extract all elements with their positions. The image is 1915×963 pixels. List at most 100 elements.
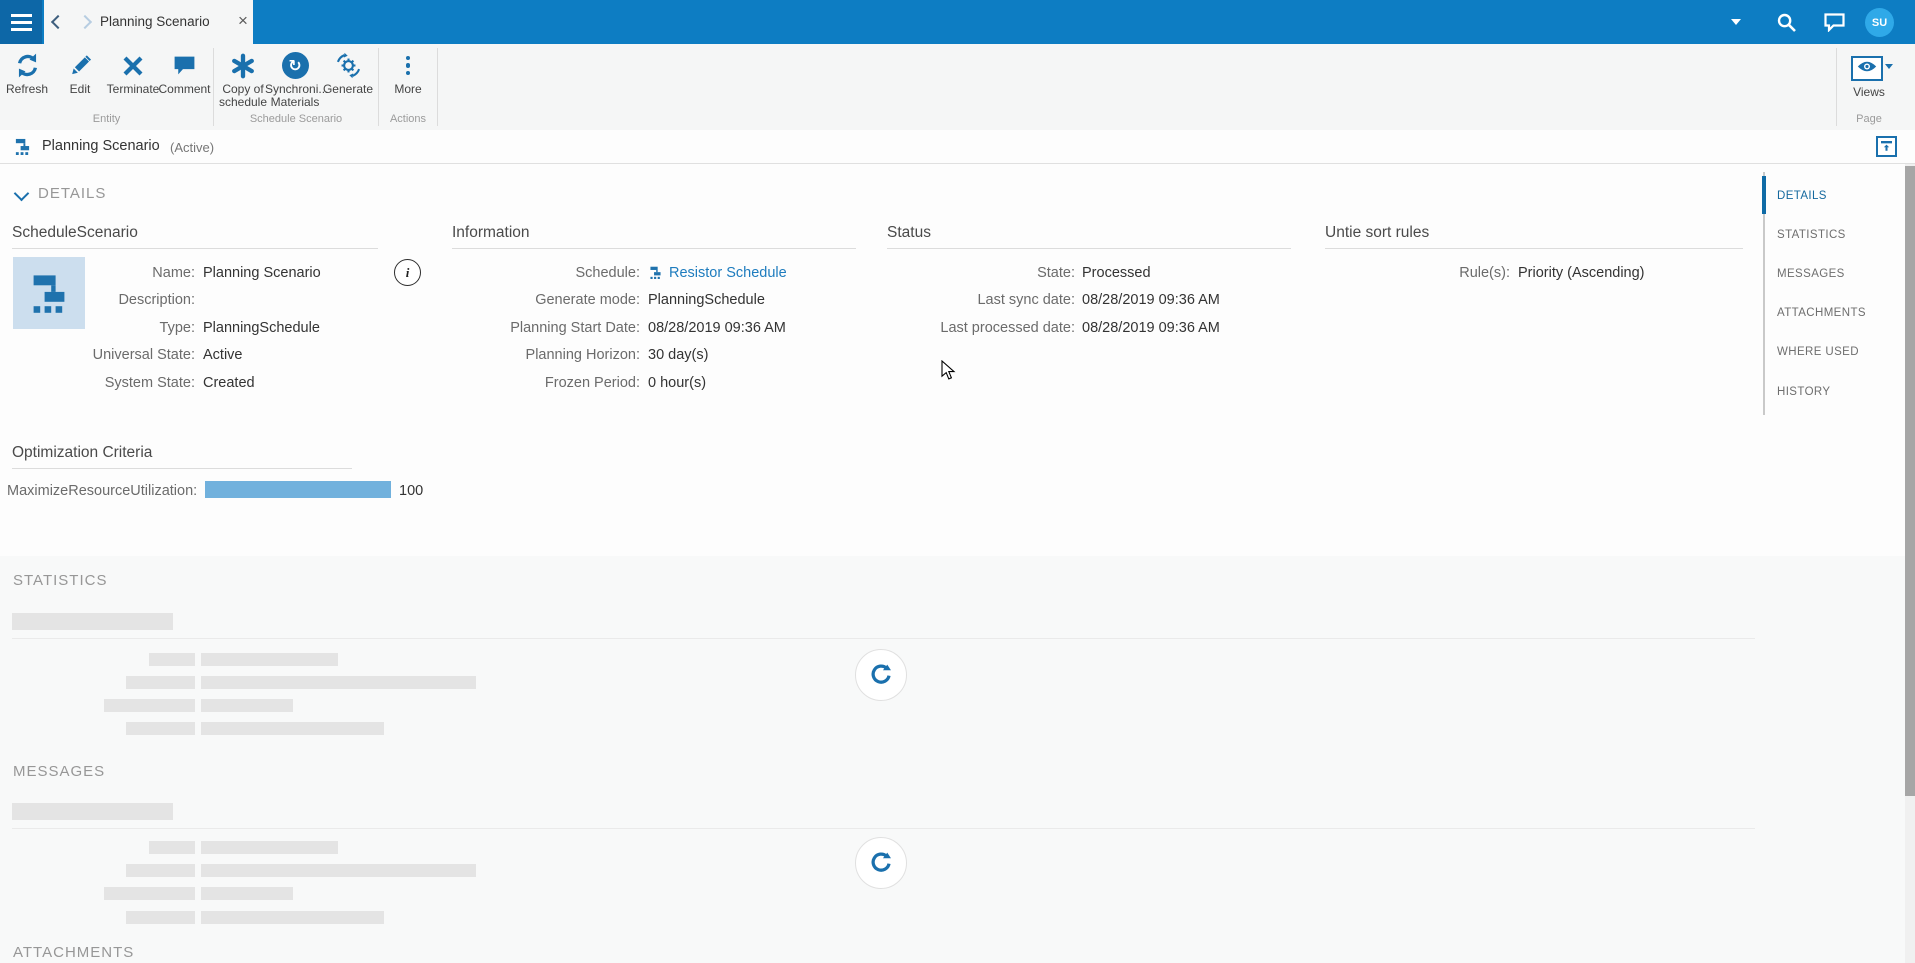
asterisk-icon bbox=[215, 49, 271, 82]
hamburger-icon bbox=[10, 13, 32, 17]
skeleton-bar bbox=[12, 613, 173, 630]
skeleton-bar bbox=[126, 722, 195, 735]
generate-button[interactable]: Generate bbox=[320, 49, 376, 96]
column-divider bbox=[452, 248, 856, 249]
column-header-schedule-scenario: ScheduleScenario bbox=[12, 224, 138, 241]
terminate-label: Terminate bbox=[106, 82, 160, 96]
field-label: Generate mode: bbox=[535, 292, 640, 309]
field-label: State: bbox=[1037, 264, 1075, 281]
skeleton-bar bbox=[201, 887, 293, 900]
schedule-link-icon bbox=[650, 266, 661, 280]
column-header-status: Status bbox=[887, 224, 931, 241]
synchronize-icon: ↻ bbox=[265, 49, 325, 82]
field-label: Planning Start Date: bbox=[510, 319, 640, 336]
section-divider bbox=[12, 828, 1755, 829]
schedule-scenario-icon bbox=[13, 138, 32, 160]
field-value: Planning Scenario bbox=[203, 264, 321, 281]
field-value: PlanningSchedule bbox=[203, 319, 320, 336]
entity-header-row: Planning Scenario (Active) bbox=[0, 130, 1915, 164]
field-label: System State: bbox=[104, 374, 195, 391]
terminate-x-icon bbox=[106, 49, 160, 82]
search-icon[interactable] bbox=[1776, 12, 1797, 38]
skeleton-bar bbox=[104, 887, 195, 900]
page-tab[interactable]: Planning Scenario × bbox=[44, 0, 253, 44]
more-button[interactable]: More bbox=[381, 49, 435, 96]
field-value: Created bbox=[203, 374, 255, 391]
side-nav-active-indicator bbox=[1762, 176, 1766, 214]
field-label: Rule(s): bbox=[1459, 264, 1510, 281]
edit-button[interactable]: Edit bbox=[54, 49, 106, 96]
scrollbar-thumb[interactable] bbox=[1905, 166, 1915, 796]
details-collapse-chevron-icon[interactable] bbox=[13, 185, 30, 202]
popout-window-icon[interactable] bbox=[1876, 136, 1897, 157]
entity-state-badge: (Active) bbox=[170, 139, 215, 155]
field-label: Universal State: bbox=[92, 347, 195, 364]
skeleton-bar bbox=[126, 864, 195, 877]
side-nav-item-statistics[interactable]: STATISTICS bbox=[1777, 215, 1866, 254]
field-label: Frozen Period: bbox=[544, 374, 640, 391]
topbar-dropdown-caret-icon[interactable] bbox=[1731, 19, 1741, 25]
generate-label: Generate bbox=[322, 82, 374, 96]
mouse-cursor bbox=[941, 359, 956, 386]
eye-icon bbox=[1857, 60, 1877, 78]
skeleton-bar bbox=[201, 653, 338, 666]
skeleton-bar bbox=[104, 699, 195, 712]
comment-bubble-icon bbox=[158, 49, 211, 82]
lazy-loading-background bbox=[0, 556, 1905, 963]
optimization-criteria-value: 100 bbox=[399, 483, 424, 499]
field-label: Name: bbox=[152, 264, 195, 281]
skeleton-bar bbox=[201, 841, 338, 854]
toolbar-separator bbox=[213, 48, 214, 126]
more-ellipsis-icon bbox=[381, 49, 435, 82]
forward-arrow-icon[interactable] bbox=[77, 14, 93, 30]
schedule-scenario-thumbnail bbox=[13, 257, 85, 329]
field-value: Priority (Ascending) bbox=[1518, 264, 1645, 281]
synchronize-materials-button[interactable]: ↻ Synchroni... Materials bbox=[265, 49, 328, 109]
copy-of-schedule-button[interactable]: Copy of schedule bbox=[215, 49, 271, 109]
terminate-button[interactable]: Terminate bbox=[106, 49, 160, 96]
side-nav-item-where-used[interactable]: WHERE USED bbox=[1777, 333, 1866, 372]
side-nav-item-history[interactable]: HISTORY bbox=[1777, 372, 1866, 411]
toolbar-separator bbox=[437, 48, 438, 126]
group-label-actions: Actions bbox=[389, 113, 427, 125]
attachments-section-header: ATTACHMENTS bbox=[13, 944, 135, 961]
edit-pencil-icon bbox=[54, 49, 106, 82]
skeleton-bar bbox=[201, 676, 476, 689]
column-divider bbox=[12, 248, 378, 249]
skeleton-bar bbox=[149, 653, 195, 666]
skeleton-bar bbox=[12, 803, 173, 820]
back-arrow-icon[interactable] bbox=[50, 14, 66, 30]
column-divider bbox=[1325, 248, 1743, 249]
hamburger-menu-button[interactable] bbox=[0, 0, 42, 44]
field-value: Active bbox=[203, 347, 243, 364]
views-dropdown-caret-icon[interactable] bbox=[1885, 64, 1893, 69]
avatar-initials: SU bbox=[1871, 16, 1888, 29]
toolbar-separator bbox=[378, 48, 379, 126]
schedule-link[interactable]: Resistor Schedule bbox=[669, 265, 787, 281]
views-button[interactable] bbox=[1851, 56, 1883, 81]
side-nav-item-messages[interactable]: MESSAGES bbox=[1777, 254, 1866, 293]
side-nav-item-details[interactable]: DETAILS bbox=[1777, 176, 1866, 215]
skeleton-bar bbox=[149, 841, 195, 854]
field-value: 0 hour(s) bbox=[648, 374, 707, 391]
toolbar-separator bbox=[1836, 48, 1837, 126]
top-bar: Planning Scenario × SU bbox=[0, 0, 1915, 44]
side-nav: DETAILS STATISTICS MESSAGES ATTACHMENTS … bbox=[1777, 176, 1866, 411]
refresh-button[interactable]: Refresh bbox=[1, 49, 53, 96]
optimization-progress-bar bbox=[205, 481, 391, 498]
field-value: 08/28/2019 09:36 AM bbox=[1082, 292, 1220, 309]
application-window: Planning Scenario × SU Refresh Edit Term… bbox=[0, 0, 1915, 963]
column-divider bbox=[12, 468, 352, 469]
field-value: Processed bbox=[1082, 264, 1151, 281]
status-fields: State: Processed Last sync date: 08/28/2… bbox=[887, 259, 1220, 342]
user-avatar[interactable]: SU bbox=[1865, 8, 1894, 37]
skeleton-bar bbox=[201, 722, 384, 735]
skeleton-bar bbox=[126, 676, 195, 689]
tab-close-icon[interactable]: × bbox=[232, 10, 254, 32]
comment-button[interactable]: Comment bbox=[158, 49, 211, 96]
entity-title: Planning Scenario bbox=[42, 138, 160, 154]
info-icon[interactable]: i bbox=[394, 259, 421, 286]
side-nav-item-attachments[interactable]: ATTACHMENTS bbox=[1777, 294, 1866, 333]
chat-icon[interactable] bbox=[1824, 13, 1845, 37]
field-label: Last sync date: bbox=[977, 292, 1075, 309]
